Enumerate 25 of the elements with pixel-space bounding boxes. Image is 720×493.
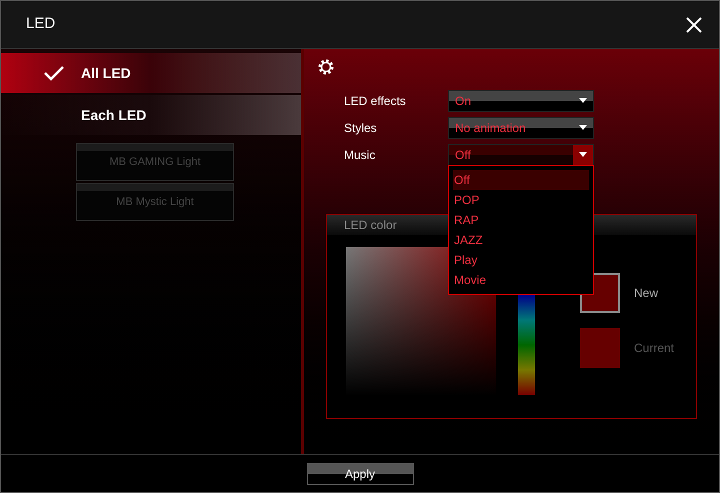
setting-label: Music [344,146,376,164]
dropdown[interactable]: No animation [448,116,594,138]
apply-button[interactable]: Apply [306,462,414,484]
swatch-label: New [634,285,658,302]
setting-label: Styles [344,120,378,136]
window-title: LED [26,14,56,34]
settings-icon [316,57,336,77]
dropdown-option[interactable]: Off [453,170,589,190]
dropdown-option[interactable]: Movie [453,270,589,290]
dropdown[interactable]: On [448,90,594,112]
close-icon [684,14,704,34]
dropdown[interactable]: Off [448,144,594,166]
caret-icon [579,98,587,103]
swatch-label: Current [634,340,674,357]
dropdown-option[interactable]: POP [453,190,589,210]
setting-label: LED effects [344,92,407,110]
caret-icon [579,152,587,157]
caret-icon [579,125,587,130]
nav-tab[interactable]: All LED [1,53,301,93]
dropdown-option[interactable]: Play [453,250,589,270]
dropdown-option[interactable]: RAP [453,210,589,230]
checkmark-icon [43,65,65,81]
section-title: LED color [344,217,397,234]
dropdown-option[interactable]: JAZZ [453,230,589,250]
close-button[interactable] [684,14,704,34]
